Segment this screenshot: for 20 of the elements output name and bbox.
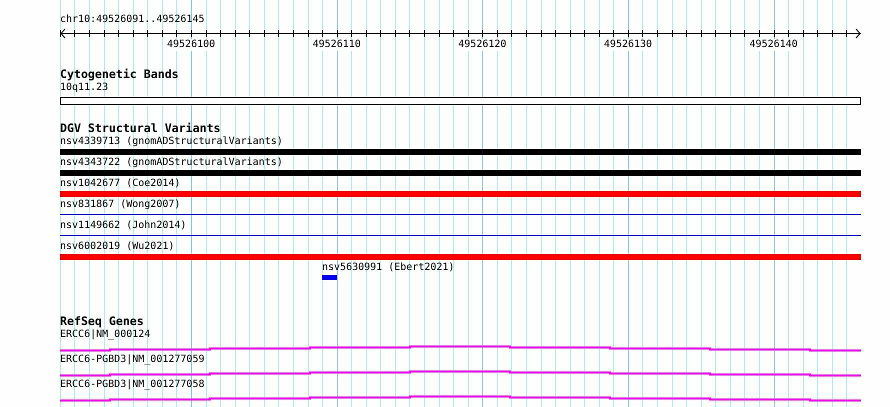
tick-label: 49526140: [750, 39, 798, 51]
feature-label: 10q11.23: [60, 82, 108, 94]
track-title: DGV Structural Variants: [60, 122, 221, 134]
tick-label: 49526120: [458, 39, 506, 51]
tick-label: 49526110: [312, 39, 361, 51]
feature-label: nsv831867 (Wong2007): [60, 199, 180, 211]
track-title: Cytogenetic Bands: [60, 68, 179, 80]
location-label: chr10:49526091..49526145: [60, 14, 204, 26]
feature-label: nsv4343722 (gnomADStructuralVariants): [60, 157, 283, 169]
tick-label: 49526100: [167, 39, 216, 51]
feature-label: nsv5630991 (Ebert2021): [322, 262, 454, 274]
feature-label: nsv4339713 (gnomADStructuralVariants): [60, 136, 283, 148]
feature-label: nsv1042677 (Coe2014): [60, 178, 180, 190]
track-title: RefSeq Genes: [60, 315, 144, 327]
feature-label: ERCC6-PGBD3|NM_001277059: [60, 354, 204, 366]
feature-label: ERCC6-PGBD3|NM_001277058: [60, 379, 204, 391]
feature-label: nsv6002019 (Wu2021): [60, 241, 174, 253]
feature-label: nsv1149662 (John2014): [60, 220, 186, 232]
tick-label: 49526130: [604, 39, 652, 51]
feature-label: ERCC6|NM_000124: [60, 329, 150, 341]
